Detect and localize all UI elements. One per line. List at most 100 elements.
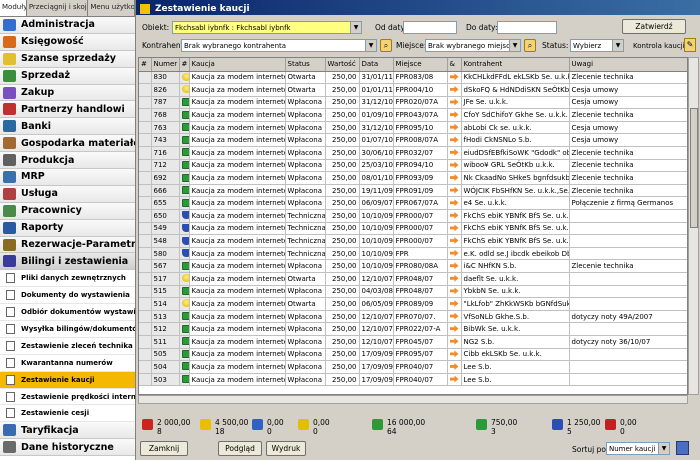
- row-selector[interactable]: [139, 310, 152, 324]
- arrow-right-icon[interactable]: [449, 123, 459, 131]
- table-row[interactable]: 548 Kaucja za modem internetowyTechniczna…: [139, 234, 687, 248]
- sidebar-item[interactable]: Administracja: [0, 17, 135, 34]
- cell-arrow[interactable]: [447, 272, 462, 286]
- sidebar-item[interactable]: Produkcja: [0, 152, 135, 170]
- kontrahent-select[interactable]: Brak wybranego kontrahenta ▼: [181, 39, 377, 52]
- sidebar-item[interactable]: Zakup: [0, 84, 135, 102]
- row-selector[interactable]: [139, 247, 152, 261]
- od-daty-input[interactable]: [403, 21, 457, 34]
- column-header-wartosc[interactable]: Wartość: [325, 58, 360, 72]
- row-selector[interactable]: [139, 234, 152, 248]
- arrow-right-icon[interactable]: [449, 136, 459, 144]
- table-row[interactable]: 549 Kaucja za modem internetowyTechniczna…: [139, 222, 687, 236]
- do-daty-input[interactable]: [497, 21, 557, 34]
- arrow-right-icon[interactable]: [449, 362, 459, 370]
- cell-arrow[interactable]: [447, 121, 462, 135]
- arrow-right-icon[interactable]: [449, 299, 459, 307]
- kontrola-kaucji-icon[interactable]: ✎: [684, 38, 696, 52]
- cell-arrow[interactable]: [447, 247, 462, 261]
- status-select[interactable]: Wybierz ▼: [570, 39, 624, 52]
- table-row[interactable]: 712Kaucja za modem internetowyWpłacona25…: [139, 159, 687, 173]
- horizontal-scrollbar[interactable]: [138, 395, 688, 404]
- column-header-data[interactable]: Data: [359, 58, 394, 72]
- table-row[interactable]: 505 Kaucja za modem internetowyWpłacona25…: [139, 348, 687, 362]
- chevron-down-icon[interactable]: ▼: [350, 22, 361, 33]
- sidebar-item[interactable]: Raporty: [0, 219, 135, 237]
- arrow-right-icon[interactable]: [449, 312, 459, 320]
- cell-arrow[interactable]: [447, 297, 462, 311]
- row-selector[interactable]: [139, 335, 152, 349]
- table-row[interactable]: 743 Kaucja za modem internetowyWpłacona25…: [139, 133, 687, 148]
- table-row[interactable]: 513 Kaucja za modem internetowyWpłacona25…: [139, 310, 687, 324]
- sidebar-item[interactable]: MRP: [0, 169, 135, 186]
- arrow-right-icon[interactable]: [449, 73, 459, 81]
- row-selector[interactable]: [139, 297, 152, 311]
- arrow-right-icon[interactable]: [449, 148, 459, 156]
- table-row[interactable]: 503 Kaucja za modem internetowyWpłacona25…: [139, 373, 687, 387]
- cell-arrow[interactable]: [447, 222, 462, 236]
- row-selector[interactable]: [139, 196, 152, 211]
- sidebar-item[interactable]: Rezerwacje-Parametry: [0, 236, 135, 254]
- cell-arrow[interactable]: [447, 184, 462, 198]
- column-header[interactable]: #: [139, 58, 152, 72]
- table-row[interactable]: 512 Kaucja za modem internetowyWpłacona25…: [139, 322, 687, 336]
- cell-arrow[interactable]: [447, 373, 462, 387]
- row-selector[interactable]: [139, 83, 152, 97]
- search-miejsce-icon[interactable]: ⌕: [524, 39, 536, 52]
- table-row[interactable]: 787 Kaucja za modem internetowyWpłacona25…: [139, 96, 687, 110]
- table-row[interactable]: 515 Kaucja za modem internetowyWpłacona25…: [139, 285, 687, 299]
- arrow-right-icon[interactable]: [449, 287, 459, 295]
- cell-arrow[interactable]: [447, 234, 462, 248]
- close-button[interactable]: Zamknij: [140, 441, 188, 456]
- cell-arrow[interactable]: [447, 71, 462, 85]
- vertical-scrollbar[interactable]: [688, 57, 699, 395]
- table-row[interactable]: 655 Kaucja za modem internetowyWpłacona25…: [139, 196, 687, 211]
- scrollbar-thumb[interactable]: [690, 108, 698, 228]
- miejsce-select[interactable]: Brak wybranego miejsca ▼: [425, 39, 521, 52]
- row-selector[interactable]: [139, 360, 152, 374]
- column-header-kontrahent[interactable]: Kontrahent: [461, 58, 570, 72]
- arrow-right-icon[interactable]: [449, 174, 459, 182]
- cell-arrow[interactable]: [447, 322, 462, 336]
- arrow-right-icon[interactable]: [449, 325, 459, 333]
- row-selector[interactable]: [139, 259, 152, 273]
- chevron-down-icon[interactable]: ▼: [658, 443, 669, 454]
- search-kontrahent-icon[interactable]: ⌕: [380, 39, 392, 52]
- arrow-right-icon[interactable]: [449, 98, 459, 106]
- arrow-right-icon[interactable]: [449, 350, 459, 358]
- sidebar-subitem[interactable]: Odbiór dokumentów wystawionych: [0, 304, 135, 322]
- cell-arrow[interactable]: [447, 108, 462, 122]
- arrow-right-icon[interactable]: [449, 237, 459, 245]
- arrow-right-icon[interactable]: [449, 161, 459, 169]
- column-header-uwagi[interactable]: Uwagi: [569, 58, 687, 72]
- row-selector[interactable]: [139, 285, 152, 299]
- print-button[interactable]: Wydruk: [266, 441, 306, 456]
- sidebar-subitem[interactable]: Zestawienie prędkości internetu: [0, 389, 135, 406]
- cell-arrow[interactable]: [447, 159, 462, 173]
- table-row[interactable]: 830 Kaucja za modem internetowyOtwarta250…: [139, 71, 687, 85]
- sidebar-item[interactable]: Pracownicy: [0, 202, 135, 220]
- column-header[interactable]: #: [179, 58, 190, 72]
- sidebar-item[interactable]: Usługa: [0, 185, 135, 203]
- table-row[interactable]: 580 Kaucja za modem internetowyTechniczna…: [139, 247, 687, 261]
- cell-arrow[interactable]: [447, 310, 462, 324]
- row-selector[interactable]: [139, 171, 152, 185]
- row-selector[interactable]: [139, 146, 152, 160]
- arrow-right-icon[interactable]: [449, 211, 459, 219]
- sidebar-item[interactable]: Taryfikacja: [0, 422, 135, 440]
- sidebar-item[interactable]: Szanse sprzedaży: [0, 50, 135, 68]
- sidebar-item[interactable]: Partnerzy handlowi: [0, 101, 135, 119]
- column-header[interactable]: &: [447, 58, 462, 72]
- column-header-miejsce[interactable]: Miejsce: [393, 58, 448, 72]
- table-row[interactable]: 511 Kaucja za modem internetowyWpłacona25…: [139, 335, 687, 349]
- cell-arrow[interactable]: [447, 133, 462, 148]
- tab-drag-drop[interactable]: Przeciągnij i skojarz: [27, 0, 89, 16]
- table-row[interactable]: 567 Kaucja za modem internetowyWpłacona25…: [139, 259, 687, 273]
- row-selector[interactable]: [139, 121, 152, 135]
- arrow-right-icon[interactable]: [449, 262, 459, 270]
- sort-select[interactable]: Numer kaucji ▼: [606, 442, 670, 455]
- row-selector[interactable]: [139, 222, 152, 236]
- chevron-down-icon[interactable]: ▼: [509, 40, 520, 51]
- row-selector[interactable]: [139, 159, 152, 173]
- table-row[interactable]: 650 Kaucja za modem internetowyTechniczna…: [139, 209, 687, 223]
